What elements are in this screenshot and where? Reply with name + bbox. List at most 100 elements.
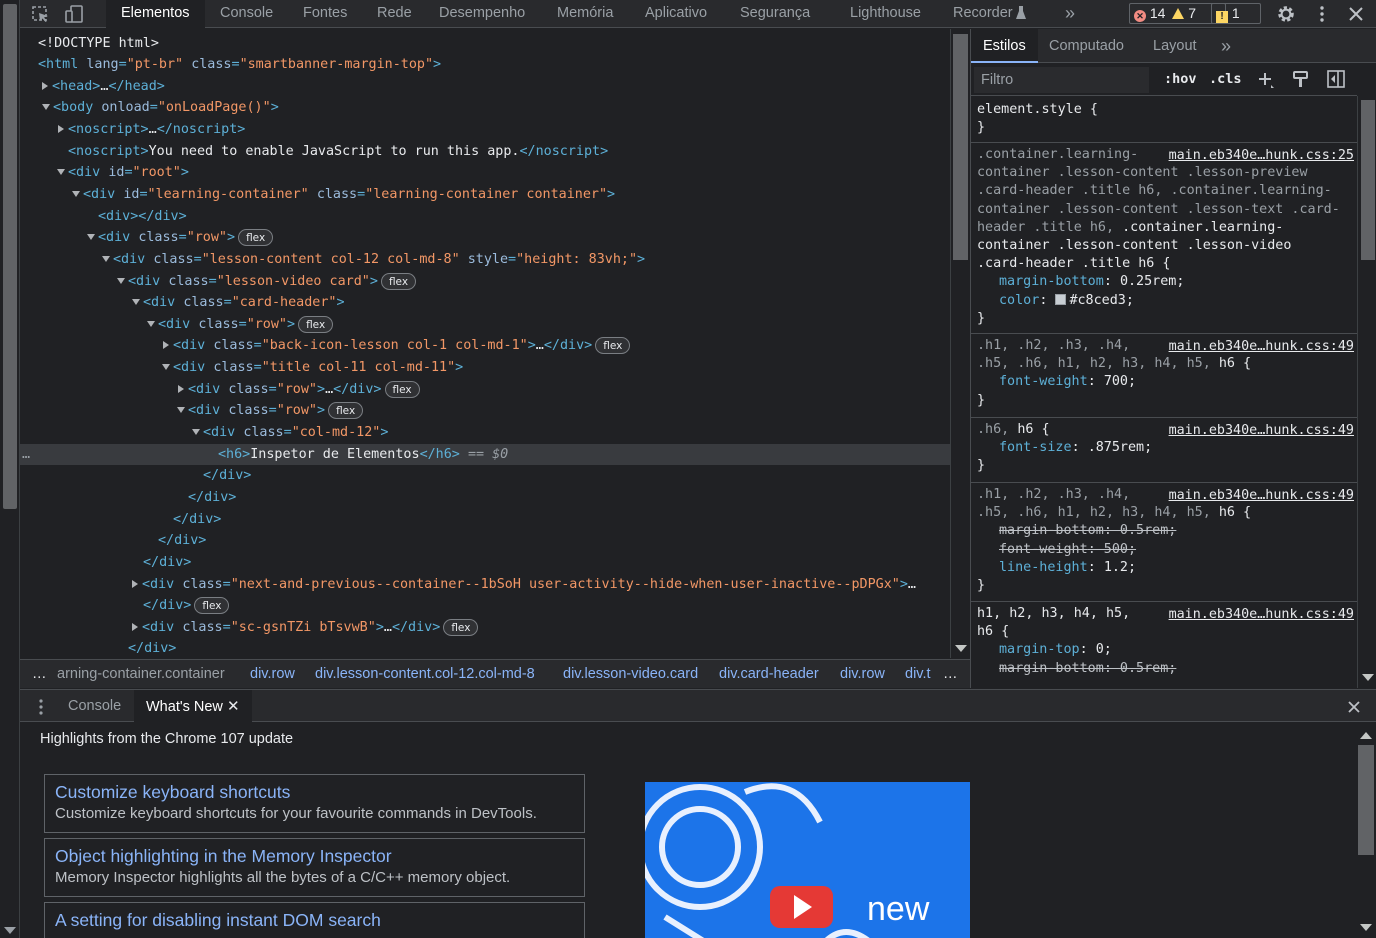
tab-lighthouse[interactable]: Lighthouse: [850, 0, 921, 28]
scroll-up-arrow[interactable]: [1360, 732, 1372, 739]
style-rule[interactable]: main.eb340e…hunk.css:49 .h1, .h2, .h3, .…: [971, 334, 1357, 418]
expand-triangle-icon[interactable]: [178, 385, 184, 393]
style-rule[interactable]: main.eb340e…hunk.css:49 h1, h2, h3, h4, …: [971, 602, 1357, 688]
node-actions-ellipsis[interactable]: …: [22, 444, 30, 465]
close-drawer-icon[interactable]: [1346, 699, 1362, 715]
scrollbar-thumb[interactable]: [1358, 745, 1374, 855]
tab-elements[interactable]: Elementos: [106, 0, 205, 28]
collapse-triangle-icon[interactable]: [192, 429, 200, 435]
hov-toggle[interactable]: :hov: [1164, 71, 1197, 87]
close-devtools-icon[interactable]: [1346, 4, 1366, 24]
collapse-triangle-icon[interactable]: [72, 191, 80, 197]
styles-scrollbar[interactable]: [1357, 96, 1376, 688]
dom-node[interactable]: <div class="row"> flex: [20, 314, 950, 335]
breadcrumb-item[interactable]: div.t: [905, 660, 931, 688]
breadcrumb-item[interactable]: div.row: [840, 660, 885, 688]
expand-triangle-icon[interactable]: [132, 623, 138, 631]
dom-node[interactable]: <div class="back-icon-lesson col-1 col-m…: [20, 335, 950, 356]
breadcrumb-item[interactable]: div.card-header: [719, 660, 819, 688]
collapse-triangle-icon[interactable]: [57, 169, 65, 175]
dom-node[interactable]: </div>: [20, 509, 950, 530]
style-rule[interactable]: main.eb340e…hunk.css:49 .h6, h6 { font-s…: [971, 418, 1357, 483]
drawer-scrollbar[interactable]: [1356, 723, 1376, 938]
feature-title[interactable]: Object highlighting in the Memory Inspec…: [55, 845, 574, 867]
style-rules[interactable]: element.style { } main.eb340e…hunk.css:2…: [971, 96, 1357, 688]
rule-source-link[interactable]: main.eb340e…hunk.css:49: [1169, 422, 1354, 440]
dom-node[interactable]: <div id="learning-container" class="lear…: [20, 184, 950, 205]
dom-node[interactable]: <div class="row"> flex: [20, 400, 950, 421]
dom-node[interactable]: <head>…</head>: [20, 76, 950, 97]
feature-title[interactable]: A setting for disabling instant DOM sear…: [55, 909, 574, 931]
dom-tree[interactable]: <!DOCTYPE html> <html lang="pt-br" class…: [20, 29, 950, 658]
flex-badge[interactable]: flex: [595, 336, 631, 354]
dom-scrollbar[interactable]: [950, 29, 970, 658]
dom-node[interactable]: </div> flex: [20, 595, 950, 616]
breadcrumb-item[interactable]: div.row: [250, 660, 295, 688]
tab-recorder[interactable]: Recorder: [953, 0, 1013, 28]
dom-node[interactable]: </div>: [20, 638, 950, 658]
dom-node[interactable]: <noscript>You need to enable JavaScript …: [20, 141, 950, 162]
tab-layout[interactable]: Layout: [1153, 29, 1197, 63]
tab-performance[interactable]: Desempenho: [439, 0, 525, 28]
drawer-tab-whats-new[interactable]: What's New ✕: [134, 690, 252, 722]
dom-node[interactable]: <div class="row"> flex: [20, 227, 950, 248]
dom-node[interactable]: <body onload="onLoadPage()">: [20, 97, 950, 118]
page-scrollbar[interactable]: [0, 0, 20, 938]
dom-node[interactable]: <div class="sc-gsnTZi bTsvwB">…</div> fle…: [20, 617, 950, 638]
flex-badge[interactable]: flex: [384, 380, 420, 398]
expand-triangle-icon[interactable]: [132, 580, 138, 588]
drawer-menu-icon[interactable]: [34, 698, 48, 716]
breadcrumb-item[interactable]: arning-container.container: [57, 660, 225, 688]
dom-node[interactable]: <div class="col-md-12">: [20, 422, 950, 443]
scroll-down-arrow[interactable]: [1362, 674, 1374, 681]
scroll-down-arrow[interactable]: [1360, 924, 1372, 931]
feature-card[interactable]: Customize keyboard shortcuts Customize k…: [44, 774, 585, 833]
scroll-down-arrow[interactable]: [4, 927, 16, 934]
style-rule-element[interactable]: element.style { }: [971, 96, 1357, 143]
more-tabs-button[interactable]: »: [1065, 0, 1075, 28]
device-toolbar-icon[interactable]: [63, 4, 85, 24]
dom-node[interactable]: </div>: [20, 552, 950, 573]
whats-new-video-thumbnail[interactable]: new: [645, 782, 970, 938]
feature-title[interactable]: Customize keyboard shortcuts: [55, 781, 574, 803]
tab-security[interactable]: Segurança: [740, 0, 810, 28]
feature-card[interactable]: A setting for disabling instant DOM sear…: [44, 902, 585, 938]
issues-counter[interactable]: ! 1: [1211, 3, 1261, 24]
tab-memory[interactable]: Memória: [557, 0, 613, 28]
settings-gear-icon[interactable]: [1276, 4, 1296, 24]
dom-node[interactable]: <!DOCTYPE html>: [20, 33, 950, 54]
collapse-triangle-icon[interactable]: [117, 278, 125, 284]
dom-node[interactable]: <div class="next-and-previous--container…: [20, 574, 950, 595]
dom-node[interactable]: <div></div>: [20, 206, 950, 227]
expand-triangle-icon[interactable]: [163, 341, 169, 349]
breadcrumb-overflow-right[interactable]: …: [943, 660, 958, 688]
toggle-sidebar-icon[interactable]: [1326, 69, 1346, 89]
kebab-menu-icon[interactable]: [1312, 4, 1332, 24]
breadcrumb-item[interactable]: div.lesson-video.card: [563, 660, 698, 688]
collapse-triangle-icon[interactable]: [162, 364, 170, 370]
paint-roller-icon[interactable]: [1291, 69, 1311, 89]
dom-node[interactable]: <div class="lesson-content col-12 col-md…: [20, 249, 950, 270]
tab-network[interactable]: Rede: [377, 0, 412, 28]
flex-badge[interactable]: flex: [194, 596, 230, 614]
tab-sources[interactable]: Fontes: [303, 0, 347, 28]
scroll-down-arrow[interactable]: [955, 645, 967, 652]
dom-node[interactable]: <div class="card-header">: [20, 292, 950, 313]
more-sidebar-tabs[interactable]: »: [1221, 29, 1231, 63]
rule-source-link[interactable]: main.eb340e…hunk.css:49: [1169, 606, 1354, 624]
dom-node[interactable]: </div>: [20, 530, 950, 551]
feature-card[interactable]: Object highlighting in the Memory Inspec…: [44, 838, 585, 897]
scrollbar-thumb[interactable]: [953, 34, 968, 260]
flex-badge[interactable]: flex: [443, 618, 479, 636]
dom-node[interactable]: </div>: [20, 487, 950, 508]
dom-node[interactable]: </div>: [20, 465, 950, 486]
drawer-tab-console[interactable]: Console: [68, 690, 121, 722]
close-tab-icon[interactable]: ✕: [227, 698, 240, 715]
flex-badge[interactable]: flex: [328, 401, 364, 419]
collapse-triangle-icon[interactable]: [147, 321, 155, 327]
color-swatch[interactable]: [1055, 293, 1067, 305]
scrollbar-thumb[interactable]: [1361, 100, 1375, 260]
dom-node[interactable]: <html lang="pt-br" class="smartbanner-ma…: [20, 54, 950, 75]
rule-source-link[interactable]: main.eb340e…hunk.css:49: [1169, 338, 1354, 356]
styles-filter-input[interactable]: [974, 67, 1149, 93]
